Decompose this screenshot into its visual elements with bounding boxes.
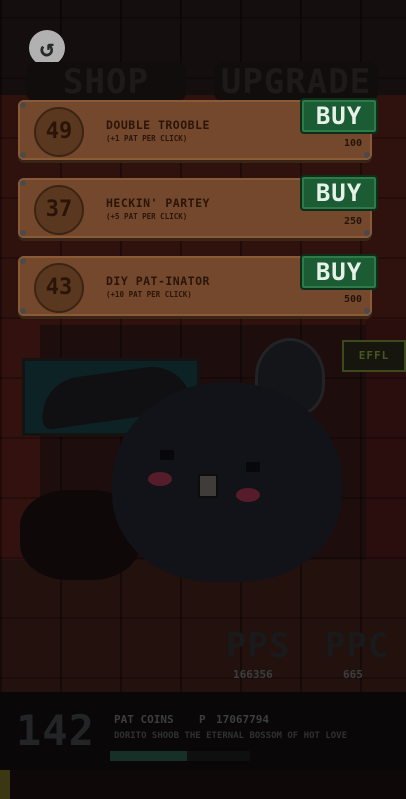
- item-price: 250: [343, 216, 362, 227]
- bolt-icon: [20, 258, 26, 264]
- game-screen: EFFL ↺ SHOP UPGRADE PPS 166356 PPC 665 1…: [0, 0, 406, 799]
- item-price: 500: [343, 294, 362, 305]
- bolt-icon: [364, 230, 370, 236]
- pps-label: PPS: [226, 626, 291, 666]
- rabbit-cheek-left: [148, 472, 172, 486]
- bolt-icon: [20, 152, 26, 158]
- bolt-icon: [20, 102, 26, 108]
- ppc-label: PPC: [325, 626, 390, 666]
- item-desc: (+10 PAT PER CLICK): [106, 290, 192, 299]
- item-level: 37: [34, 185, 84, 235]
- item-level: 49: [34, 107, 84, 157]
- item-price: 100: [343, 138, 362, 149]
- coin-count: 142: [16, 706, 95, 755]
- bolt-icon: [20, 180, 26, 186]
- tab-upgrade[interactable]: UPGRADE: [214, 62, 378, 102]
- rabbit-eye-left: [160, 450, 174, 460]
- bolt-icon: [20, 308, 26, 314]
- rabbit-tooth: [198, 474, 218, 498]
- buy-button[interactable]: BUY: [300, 175, 378, 211]
- p-label: P: [199, 713, 206, 726]
- rabbit-eye-right: [246, 462, 260, 472]
- p-value: 17067794: [216, 713, 269, 726]
- wall-sign: EFFL: [342, 340, 406, 372]
- tab-shop[interactable]: SHOP: [26, 62, 186, 102]
- progress-fill: [110, 751, 187, 761]
- progress-track: [110, 751, 250, 761]
- item-name: HECKIN' PARTEY: [106, 196, 210, 210]
- ppc-value: 665: [343, 668, 363, 681]
- undo-arrow-icon[interactable]: ↺: [29, 30, 65, 66]
- buy-button[interactable]: BUY: [300, 98, 378, 134]
- bolt-icon: [364, 308, 370, 314]
- bottom-strip: [0, 770, 10, 799]
- bolt-icon: [20, 230, 26, 236]
- rabbit-cheek-right: [236, 488, 260, 502]
- item-name: DOUBLE TROOBLE: [106, 118, 210, 132]
- item-desc: (+1 PAT PER CLICK): [106, 134, 188, 143]
- bolt-icon: [364, 152, 370, 158]
- rabbit-pet[interactable]: [112, 382, 342, 582]
- bottom-edge: [0, 770, 406, 799]
- buy-button[interactable]: BUY: [300, 254, 378, 290]
- bunny-name: DORITO SHOOB THE ETERNAL BOSSOM OF HOT L…: [114, 731, 347, 741]
- coins-label: PAT COINS: [114, 713, 174, 726]
- item-desc: (+5 PAT PER CLICK): [106, 212, 188, 221]
- item-level: 43: [34, 263, 84, 313]
- pps-value: 166356: [233, 668, 273, 681]
- item-name: DIY PAT-INATOR: [106, 274, 210, 288]
